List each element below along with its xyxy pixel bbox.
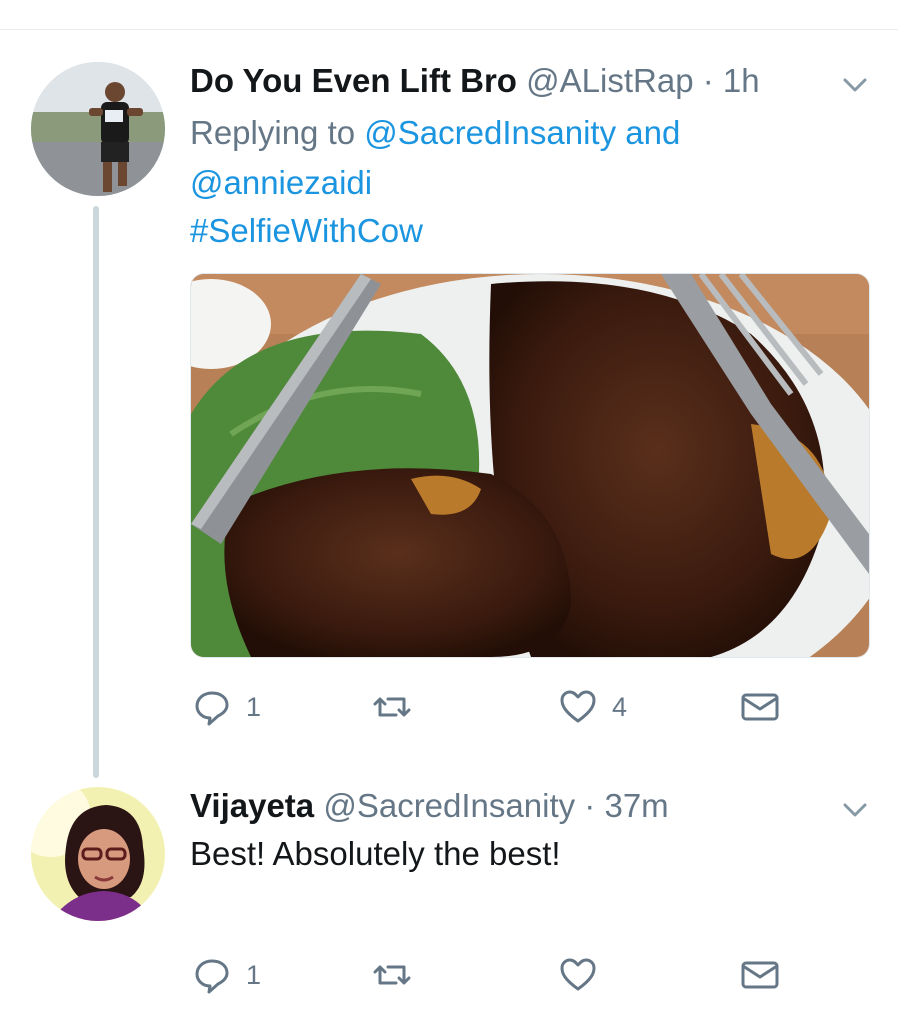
reply-button[interactable]: 1 (192, 687, 261, 727)
thread-connector-line (93, 206, 99, 778)
author-handle[interactable]: @SacredInsanity (323, 787, 575, 824)
mention-link[interactable]: @SacredInsanity (364, 114, 616, 151)
hashtag-link[interactable]: #SelfieWithCow (190, 212, 423, 250)
like-button[interactable] (558, 955, 612, 995)
retweet-icon (373, 697, 411, 717)
author-name[interactable]: Vijayeta (190, 787, 314, 824)
author-name[interactable]: Do You Even Lift Bro (190, 62, 517, 99)
retweet-button[interactable] (372, 955, 426, 995)
reply-icon (195, 959, 229, 994)
reply-count: 1 (246, 691, 262, 722)
separator-dot: · (702, 62, 714, 99)
tweet-header: Do You Even Lift Bro @AListRap · 1h (190, 62, 760, 100)
like-icon (560, 958, 596, 991)
avatar[interactable] (31, 62, 165, 196)
mention-link[interactable]: @anniezaidi (190, 164, 372, 201)
avatar[interactable] (31, 787, 165, 921)
tweet-header: Vijayeta @SacredInsanity · 37m (190, 787, 669, 825)
message-icon (741, 961, 779, 989)
tweet-photo[interactable] (190, 273, 870, 658)
timestamp[interactable]: 37m (604, 787, 668, 824)
reply-icon (195, 691, 229, 726)
timestamp[interactable]: 1h (723, 62, 760, 99)
chevron-down-icon[interactable] (840, 70, 870, 100)
like-button[interactable]: 4 (558, 687, 627, 727)
like-count: 4 (612, 691, 628, 722)
retweet-icon (373, 965, 411, 985)
direct-message-button[interactable] (740, 687, 780, 727)
replying-to: Replying to @SacredInsanity and @annieza… (190, 108, 680, 208)
tweet-text: Best! Absolutely the best! (190, 835, 561, 872)
reply-count: 1 (246, 959, 262, 990)
like-icon (560, 690, 596, 723)
author-handle[interactable]: @AListRap (526, 62, 693, 99)
top-divider (0, 29, 898, 30)
replying-prefix: Replying to (190, 114, 356, 151)
retweet-button[interactable] (372, 687, 426, 727)
replying-joiner[interactable]: and (625, 114, 680, 151)
reply-button[interactable]: 1 (192, 955, 261, 995)
chevron-down-icon[interactable] (840, 795, 870, 825)
message-icon (741, 693, 779, 721)
separator-dot: · (584, 787, 596, 824)
direct-message-button[interactable] (740, 955, 780, 995)
